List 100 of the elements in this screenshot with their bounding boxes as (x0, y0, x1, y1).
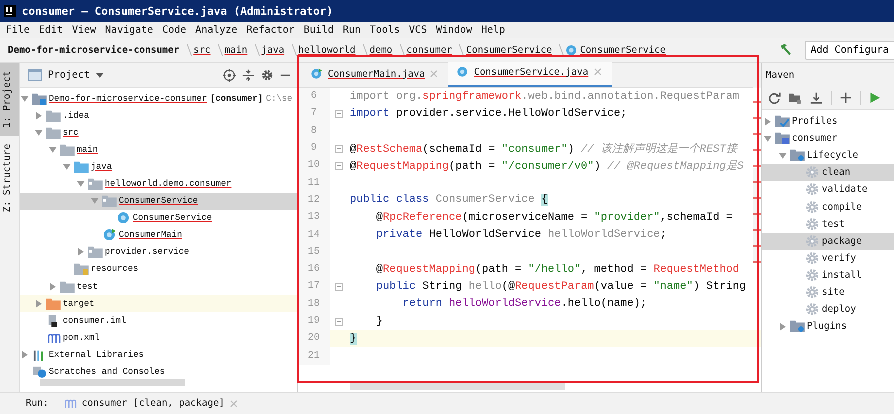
settings-icon[interactable] (261, 68, 274, 82)
menu-item[interactable]: Analyze (196, 24, 238, 36)
scrollbar[interactable] (40, 379, 185, 386)
menu-item[interactable]: Help (481, 24, 506, 36)
tree-item[interactable]: ConsumerService (20, 192, 297, 210)
tree-item[interactable]: ConsumerService (20, 210, 297, 227)
tree-item[interactable]: java (20, 158, 297, 176)
target-icon[interactable] (223, 68, 236, 82)
tree-item[interactable]: helloworld.demo.consumer (20, 175, 297, 193)
hammer-icon[interactable] (778, 43, 793, 57)
menu-item[interactable]: Window (436, 24, 472, 36)
tree-item[interactable]: consumer.iml (20, 312, 297, 330)
collapse-icon[interactable] (242, 68, 255, 82)
menu-item[interactable]: Edit (39, 24, 64, 36)
tree-item[interactable]: test (762, 216, 894, 233)
close-icon[interactable] (430, 70, 438, 78)
breadcrumb-item[interactable]: Demo-for-microservice-consumer (8, 44, 180, 56)
breadcrumb-item[interactable]: helloworld (298, 44, 356, 56)
tree-item[interactable]: consumer (762, 130, 894, 148)
tree-item[interactable]: External Libraries (20, 346, 297, 364)
refresh-icon[interactable] (768, 92, 781, 104)
tree-item[interactable]: package (762, 232, 894, 250)
tree-item[interactable]: pom.xml (20, 329, 297, 346)
line-number: 15 (298, 244, 330, 261)
run-tab[interactable]: consumer [clean, package] (62, 398, 238, 409)
line-number: 18 (298, 296, 330, 313)
editor-tab[interactable]: ConsumerService.java (448, 62, 612, 87)
folder-icon (74, 160, 89, 173)
tree-item[interactable]: ConsumerMain (20, 226, 297, 244)
fold-marker-icon[interactable] (335, 144, 343, 153)
line-number: 20 (298, 330, 330, 348)
tree-item[interactable]: clean (762, 164, 894, 182)
tree-item[interactable]: Plugins (762, 318, 894, 336)
fold-marker-icon[interactable] (335, 110, 343, 118)
gear-icon (805, 218, 820, 231)
tree-item[interactable]: Profiles (762, 113, 894, 130)
download-icon[interactable] (810, 92, 823, 104)
fold-marker-icon[interactable] (335, 162, 343, 170)
line-number: 6 (298, 88, 330, 106)
breadcrumb-item[interactable]: ConsumerService (566, 44, 666, 56)
breadcrumb-item[interactable]: java (262, 44, 285, 56)
close-icon[interactable] (594, 68, 602, 76)
fold-marker-icon[interactable] (335, 282, 343, 291)
tree-item[interactable]: resources (20, 260, 297, 278)
expand-arrow-icon[interactable] (21, 350, 29, 359)
breadcrumb-item[interactable]: consumer (406, 44, 452, 56)
tree-item[interactable]: install (762, 266, 894, 284)
folder-icon (775, 132, 790, 146)
menu-item[interactable]: File (6, 24, 30, 36)
tree-item[interactable]: target (20, 295, 297, 312)
add-icon[interactable] (840, 92, 852, 104)
tree-item[interactable]: .idea (20, 107, 297, 124)
tree-item[interactable]: main (20, 141, 297, 158)
fold-marker-icon[interactable] (335, 318, 343, 326)
run-label: Run: (26, 398, 49, 409)
tree-item[interactable]: compile (762, 198, 894, 216)
run-icon[interactable] (869, 92, 881, 104)
breadcrumb-item[interactable]: ConsumerService (466, 44, 552, 56)
editor-tab[interactable]: ConsumerMain.java (302, 64, 448, 87)
project-icon (28, 69, 42, 81)
tool-window-tab[interactable]: 1: Project (0, 63, 19, 136)
menu-item[interactable]: Code (162, 24, 187, 36)
tree-item[interactable]: provider.service (20, 244, 297, 261)
tree-item[interactable]: test (20, 278, 297, 296)
folder-icon (790, 149, 805, 162)
scrollbar[interactable] (350, 383, 565, 390)
line-number: 10 (298, 157, 330, 174)
breadcrumb-item[interactable]: demo (370, 44, 393, 56)
tool-window-tab[interactable]: Z: Structure (0, 136, 19, 221)
app-logo-icon (4, 5, 16, 17)
tree-item[interactable]: deploy (762, 301, 894, 318)
maven-icon (46, 332, 61, 344)
folder-icon (46, 110, 61, 122)
panel-title: Maven (762, 63, 894, 87)
dropdown-icon[interactable] (96, 71, 104, 79)
folder-icon[interactable] (789, 92, 802, 104)
breadcrumb-item[interactable]: main (224, 44, 248, 56)
gear-icon (805, 252, 820, 265)
tree-item[interactable]: src (20, 124, 297, 142)
menu-item[interactable]: VCS (409, 24, 428, 36)
tree-item[interactable]: Demo-for-microservice-consumer [consumer] C:\se (20, 90, 297, 108)
tree-item[interactable]: verify (762, 250, 894, 267)
menu-item[interactable]: Build (304, 24, 334, 36)
menu-item[interactable]: Tools (370, 24, 400, 36)
menu-item[interactable]: Run (342, 24, 362, 36)
tree-item[interactable]: Lifecycle (762, 147, 894, 164)
class-icon (566, 44, 578, 56)
expand-arrow-icon[interactable] (77, 248, 85, 256)
menu-item[interactable]: Navigate (105, 24, 154, 36)
tree-item[interactable]: validate (762, 181, 894, 198)
close-icon[interactable] (230, 400, 238, 408)
tree-item[interactable]: Scratches and Consoles (20, 364, 297, 379)
expand-arrow-icon[interactable] (779, 322, 787, 331)
menu-item[interactable]: View (72, 24, 96, 36)
run-configuration-button[interactable]: Add Configura (804, 40, 894, 60)
menu-item[interactable]: Refactor (246, 24, 295, 36)
tree-item[interactable]: site (762, 284, 894, 302)
folder-icon (60, 280, 75, 293)
panel-title[interactable]: Project (48, 70, 90, 80)
breadcrumb-item[interactable]: src (194, 44, 211, 56)
